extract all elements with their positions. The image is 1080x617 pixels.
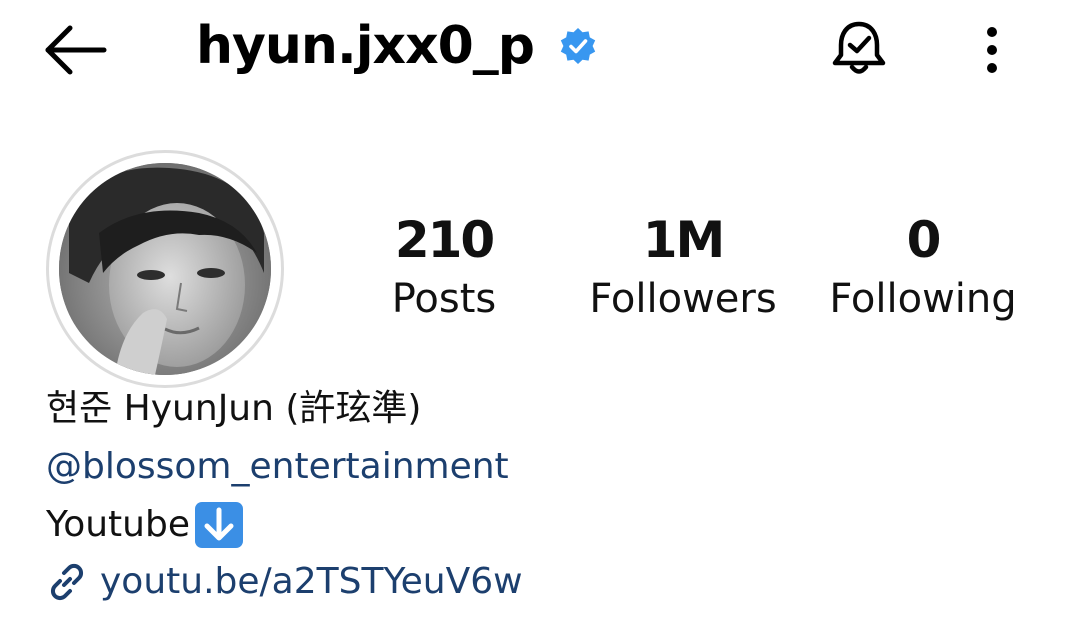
bio-text-line: Youtube <box>46 500 244 550</box>
link-icon <box>50 563 84 601</box>
posts-stat[interactable]: 210 Posts <box>324 208 564 326</box>
back-button[interactable] <box>40 22 112 78</box>
bell-check-icon <box>832 21 886 74</box>
bio-mention-link[interactable]: @blossom_entertainment <box>46 442 509 492</box>
followers-label: Followers <box>589 276 777 322</box>
posts-label: Posts <box>391 276 497 322</box>
verified-badge-icon <box>558 26 598 66</box>
bio-external-link[interactable]: youtu.be/a2TSTYeuV6w <box>46 556 523 608</box>
top-bar: hyun.jxx0_p <box>0 0 1080 100</box>
notifications-button[interactable] <box>826 16 892 82</box>
username: hyun.jxx0_p <box>196 16 535 76</box>
followers-stat[interactable]: 1M Followers <box>563 208 803 326</box>
bio-text: Youtube <box>46 504 190 545</box>
username-header: hyun.jxx0_p <box>196 6 598 86</box>
more-vertical-icon <box>987 27 997 73</box>
more-options-button[interactable] <box>970 20 1014 80</box>
following-stat[interactable]: 0 Following <box>803 208 1043 326</box>
profile-avatar[interactable] <box>46 150 284 388</box>
following-label: Following <box>829 276 1017 322</box>
followers-count: 1M <box>642 211 726 269</box>
down-arrow-emoji-icon <box>194 501 244 549</box>
bio-link-text: youtu.be/a2TSTYeuV6w <box>100 561 523 602</box>
avatar-image <box>59 163 271 375</box>
following-count: 0 <box>906 211 942 269</box>
posts-count: 210 <box>394 211 495 269</box>
arrow-left-icon <box>45 25 107 75</box>
profile-display-name: 현준 HyunJun (許玹準) <box>46 388 422 429</box>
